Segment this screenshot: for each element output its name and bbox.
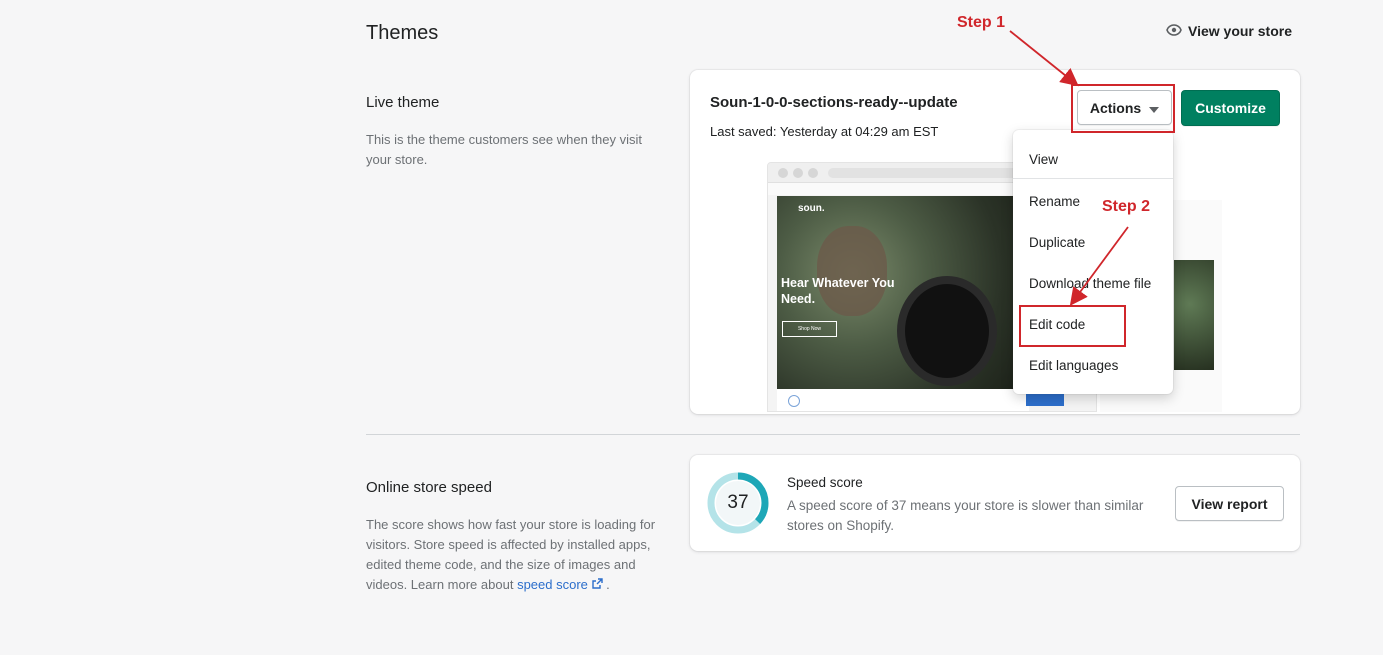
speed-score-link[interactable]: speed score	[517, 577, 606, 592]
speed-heading: Online store speed	[366, 479, 492, 496]
speed-gauge: 37	[706, 471, 770, 535]
step1-arrow	[1009, 30, 1079, 87]
section-divider	[366, 434, 1300, 435]
step2-arrow	[1069, 226, 1129, 306]
speed-card-title: Speed score	[787, 475, 863, 490]
speed-description-text: The score shows how fast your store is l…	[366, 517, 656, 592]
annotation-arrows	[1009, 30, 1129, 306]
link-suffix: .	[606, 577, 610, 592]
view-report-button[interactable]: View report	[1175, 486, 1284, 521]
speed-score-link-text: speed score	[517, 577, 588, 592]
external-link-icon	[591, 577, 603, 592]
speed-description: The score shows how fast your store is l…	[366, 515, 656, 595]
speed-card-description: A speed score of 37 means your store is …	[787, 498, 1144, 533]
speed-score-value: 37	[727, 492, 749, 513]
